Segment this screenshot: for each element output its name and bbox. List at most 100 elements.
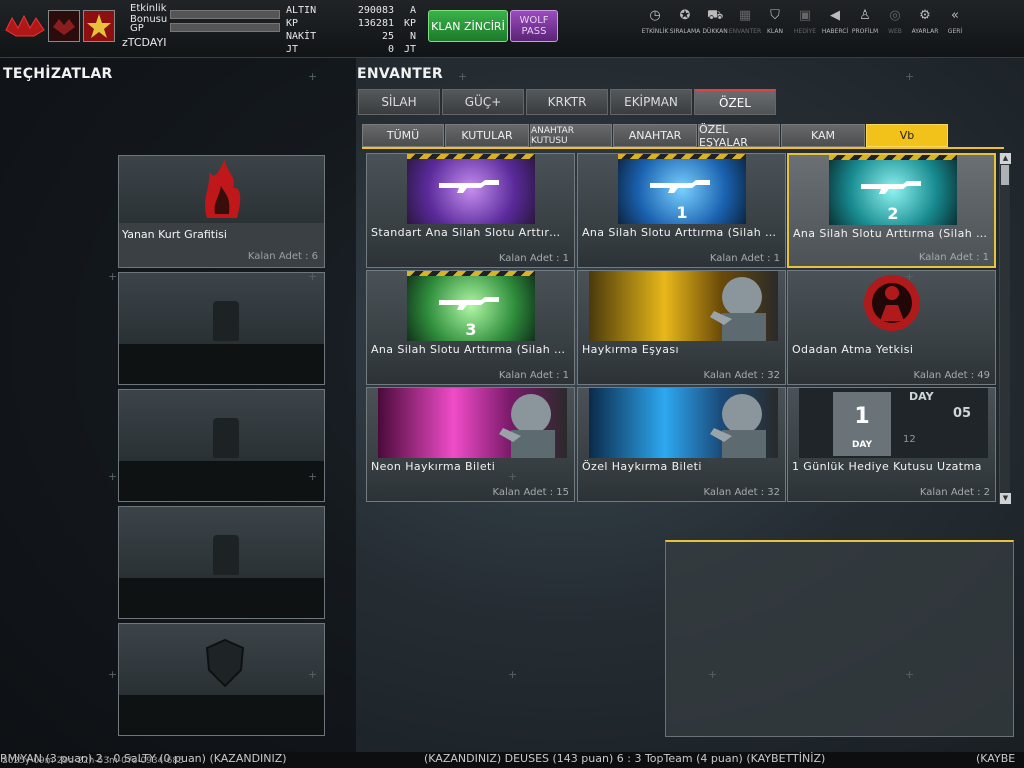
plus-marker-icon: +: [308, 668, 318, 681]
nav-etkinlik[interactable]: ◷ ETKİNLİK: [640, 8, 670, 35]
tab-guc[interactable]: GÜÇ+: [442, 89, 524, 115]
spray-can-icon: [213, 535, 239, 575]
spray-can-icon: [213, 418, 239, 458]
subtab-kam[interactable]: KAM: [781, 124, 865, 147]
item-thumbnail: 1: [618, 154, 746, 224]
shield-icon: [205, 638, 245, 688]
item-card[interactable]: Standart Ana Silah Slotu Arttırma (Sil K…: [366, 153, 575, 268]
item-grid: Standart Ana Silah Slotu Arttırma (Sil K…: [366, 153, 998, 504]
plus-marker-icon: +: [508, 470, 518, 483]
equipment-slot[interactable]: [118, 623, 325, 736]
item-card-selected[interactable]: 2 Ana Silah Slotu Arttırma (Silah Slotu …: [787, 153, 996, 268]
item-count: Kalan Adet : 1: [498, 370, 569, 381]
subtab-anahtar-kutusu[interactable]: ANAHTAR KUTUSU: [530, 124, 612, 147]
equipment-slot[interactable]: [118, 389, 325, 502]
burning-wolf-icon: [205, 160, 241, 218]
soldier-icon: [710, 277, 766, 341]
item-card[interactable]: 1 Ana Silah Slotu Arttırma (Silah Slotu …: [577, 153, 786, 268]
rifle-icon: [650, 180, 710, 193]
profile-icon: ♙: [859, 8, 871, 23]
soldier-icon: [499, 394, 555, 458]
klan-chain-button[interactable]: KLAN ZİNCİRİ: [428, 10, 508, 42]
medal-icon: ✪: [679, 8, 691, 23]
globe-icon: ◎: [889, 8, 901, 23]
plus-marker-icon: +: [905, 70, 915, 83]
equipment-slot[interactable]: [118, 506, 325, 619]
rifle-icon: [439, 297, 499, 310]
item-thumbnail: [378, 388, 567, 458]
wolf-pass-button[interactable]: WOLF PASS: [510, 10, 558, 42]
rank-emblem-icon: [48, 10, 80, 42]
nav-dukkan[interactable]: ⛟ DÜKKAN: [700, 8, 730, 35]
item-card[interactable]: Özel Haykırma Bileti Kalan Adet : 32: [577, 387, 786, 502]
clock-icon: ◷: [649, 8, 661, 23]
scroll-down-icon[interactable]: ▼: [1000, 493, 1011, 504]
plus-marker-icon: +: [708, 668, 718, 681]
equipment-slot[interactable]: [118, 272, 325, 385]
currency-row: JT 0 JT: [286, 44, 416, 55]
subtab-vb[interactable]: Vb: [866, 124, 948, 147]
nav-web[interactable]: ◎ WEB: [880, 8, 910, 35]
tab-ozel[interactable]: ÖZEL: [694, 89, 776, 115]
rifle-icon: [861, 181, 921, 194]
nav-ayarlar[interactable]: ⚙ AYARLAR: [910, 8, 940, 35]
nav-geri[interactable]: «GERİ: [940, 8, 970, 35]
ticker-text-tail: (KAYBE: [976, 752, 1016, 765]
currency-panel: ALTIN 290083 A KP 136281 KP NAKİT 25 N JT 0 JT: [286, 4, 420, 56]
cart-icon: ⛟: [707, 8, 724, 23]
plus-marker-icon: +: [508, 668, 518, 681]
plus-marker-icon: +: [108, 270, 118, 283]
currency-row: KP 136281 KP: [286, 18, 416, 29]
clan-shield-icon: ⛉: [770, 8, 780, 23]
player-name: zTCDAYI: [122, 36, 167, 49]
subtab-anahtar[interactable]: ANAHTAR: [613, 124, 697, 147]
scroll-thumb[interactable]: [1001, 165, 1009, 185]
item-name: Odadan Atma Yetkisi: [792, 343, 914, 356]
nav-hediye[interactable]: ▣ HEDİYE: [790, 8, 820, 35]
item-card[interactable]: 1 DAY DAY 05 12 1 Günlük Hediye Kutusu U…: [787, 387, 996, 502]
item-card[interactable]: 3 Ana Silah Slotu Arttırma (Silah Slotu …: [366, 270, 575, 385]
subtab-underline: [362, 147, 1004, 149]
item-name: 1 Günlük Hediye Kutusu Uzatma: [792, 460, 982, 473]
plus-marker-icon: +: [108, 470, 118, 483]
nav-envanter[interactable]: ▦ ENVANTER: [729, 8, 761, 35]
nav-siralama[interactable]: ✪ SIRALAMA: [670, 8, 700, 35]
item-thumbnail: [858, 271, 926, 341]
top-bar: Etkinlik Bonusu GP zTCDAYI ALTIN 290083 A …: [0, 0, 1024, 58]
player-info: Etkinlik Bonusu GP zTCDAYI: [118, 3, 284, 55]
item-count: Kalan Adet : 32: [703, 487, 780, 498]
equipment-title: TEÇHİZATLAR: [3, 66, 113, 82]
equipment-slot[interactable]: Yanan Kurt Grafitisi Kalan Adet : 6: [118, 155, 325, 268]
item-card[interactable]: Haykırma Eşyası Kalan Adet : 32: [577, 270, 786, 385]
slot-number: 2: [887, 204, 899, 223]
scroll-up-icon[interactable]: ▲: [1000, 153, 1011, 164]
tab-ekipman[interactable]: EKİPMAN: [610, 89, 692, 115]
nav-profilm[interactable]: ♙ PROFİLM: [850, 8, 880, 35]
item-thumbnail: [407, 154, 535, 224]
item-count: Kalan Adet : 1: [498, 253, 569, 264]
subtab-ozel-esyalar[interactable]: ÖZEL EŞYALAR: [698, 123, 780, 149]
item-count: Kalan Adet : 2: [919, 487, 990, 498]
plus-marker-icon: +: [308, 270, 318, 283]
plus-marker-icon: +: [458, 70, 468, 83]
inventory-subtabs: TÜMÜ KUTULAR ANAHTAR KUTUSU ANAHTAR ÖZEL…: [362, 123, 949, 149]
subtab-kutular[interactable]: KUTULAR: [445, 124, 529, 147]
tab-silah[interactable]: SİLAH: [358, 89, 440, 115]
gear-icon: ⚙: [919, 8, 931, 23]
item-grid-scrollbar[interactable]: ▲ ▼: [999, 153, 1011, 504]
top-navigation: ◷ ETKİNLİK ✪ SIRALAMA ⛟ DÜKKAN ▦ ENVANTER ⛉ K…: [640, 8, 970, 35]
item-count: Kalan Adet : 32: [703, 370, 780, 381]
equipment-count: Kalan Adet : 6: [247, 251, 318, 262]
item-card[interactable]: Neon Haykırma Bileti Kalan Adet : 15: [366, 387, 575, 502]
item-card[interactable]: Odadan Atma Yetkisi Kalan Adet : 49: [787, 270, 996, 385]
item-count: Kalan Adet : 1: [709, 253, 780, 264]
megaphone-icon: ◀: [830, 8, 840, 23]
item-name: Ana Silah Slotu Arttırma (Silah Slotu 3): [371, 343, 571, 356]
nav-haberci[interactable]: ◀ HABERCİ: [820, 8, 850, 35]
subtab-tumu[interactable]: TÜMÜ: [362, 124, 444, 147]
item-name: Özel Haykırma Bileti: [582, 460, 702, 473]
tab-krktr[interactable]: KRKTR: [526, 89, 608, 115]
item-name: Ana Silah Slotu Arttırma (Silah Slotu 1): [582, 226, 782, 239]
nav-klan[interactable]: ⛉ KLAN: [760, 8, 790, 35]
item-name: Neon Haykırma Bileti: [371, 460, 496, 473]
